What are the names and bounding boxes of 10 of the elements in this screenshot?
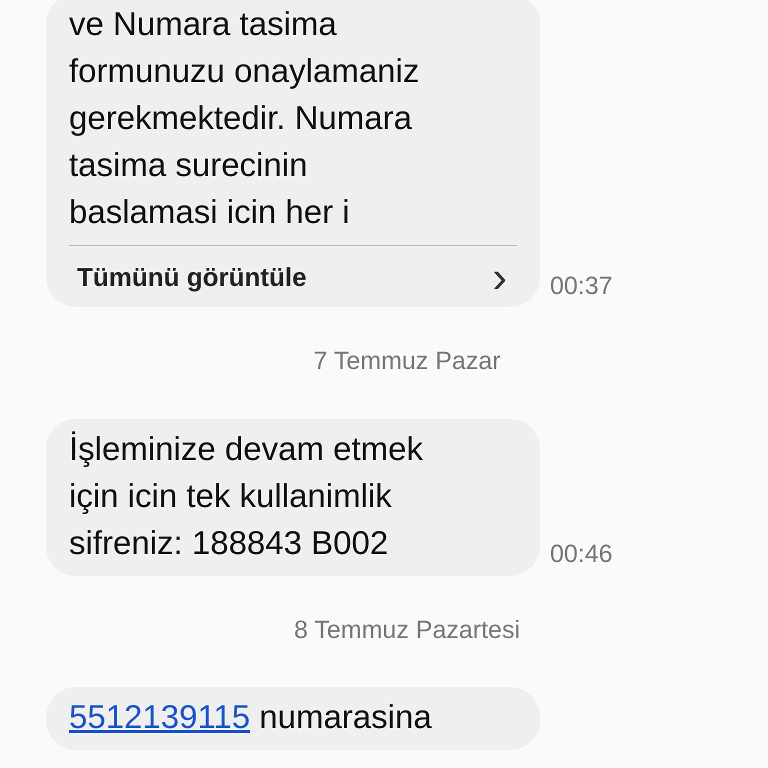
message-text: İşleminize devam etmek için icin tek kullanimlik sifreniz: 188843 B002: [69, 428, 424, 562]
message-text: 5512139115 numarasina: [69, 697, 433, 737]
message-text: ve Numara tasima formunuzu onaylamaniz gerekmektedir. Numara tasima surecinin baslamasi icin her i: [69, 4, 420, 232]
date-separator: 7 Temmuz Pazar: [313, 346, 501, 377]
message-time: 00:46: [550, 539, 613, 570]
message-time: 00:37: [550, 270, 613, 302]
view-all-link[interactable]: Tümünü görüntüle: [69, 258, 307, 297]
phone-link[interactable]: 5512139115: [69, 698, 250, 735]
chevron-icon[interactable]: ›: [492, 260, 517, 296]
date-separator: 8 Temmuz Pazartesi: [294, 614, 520, 646]
